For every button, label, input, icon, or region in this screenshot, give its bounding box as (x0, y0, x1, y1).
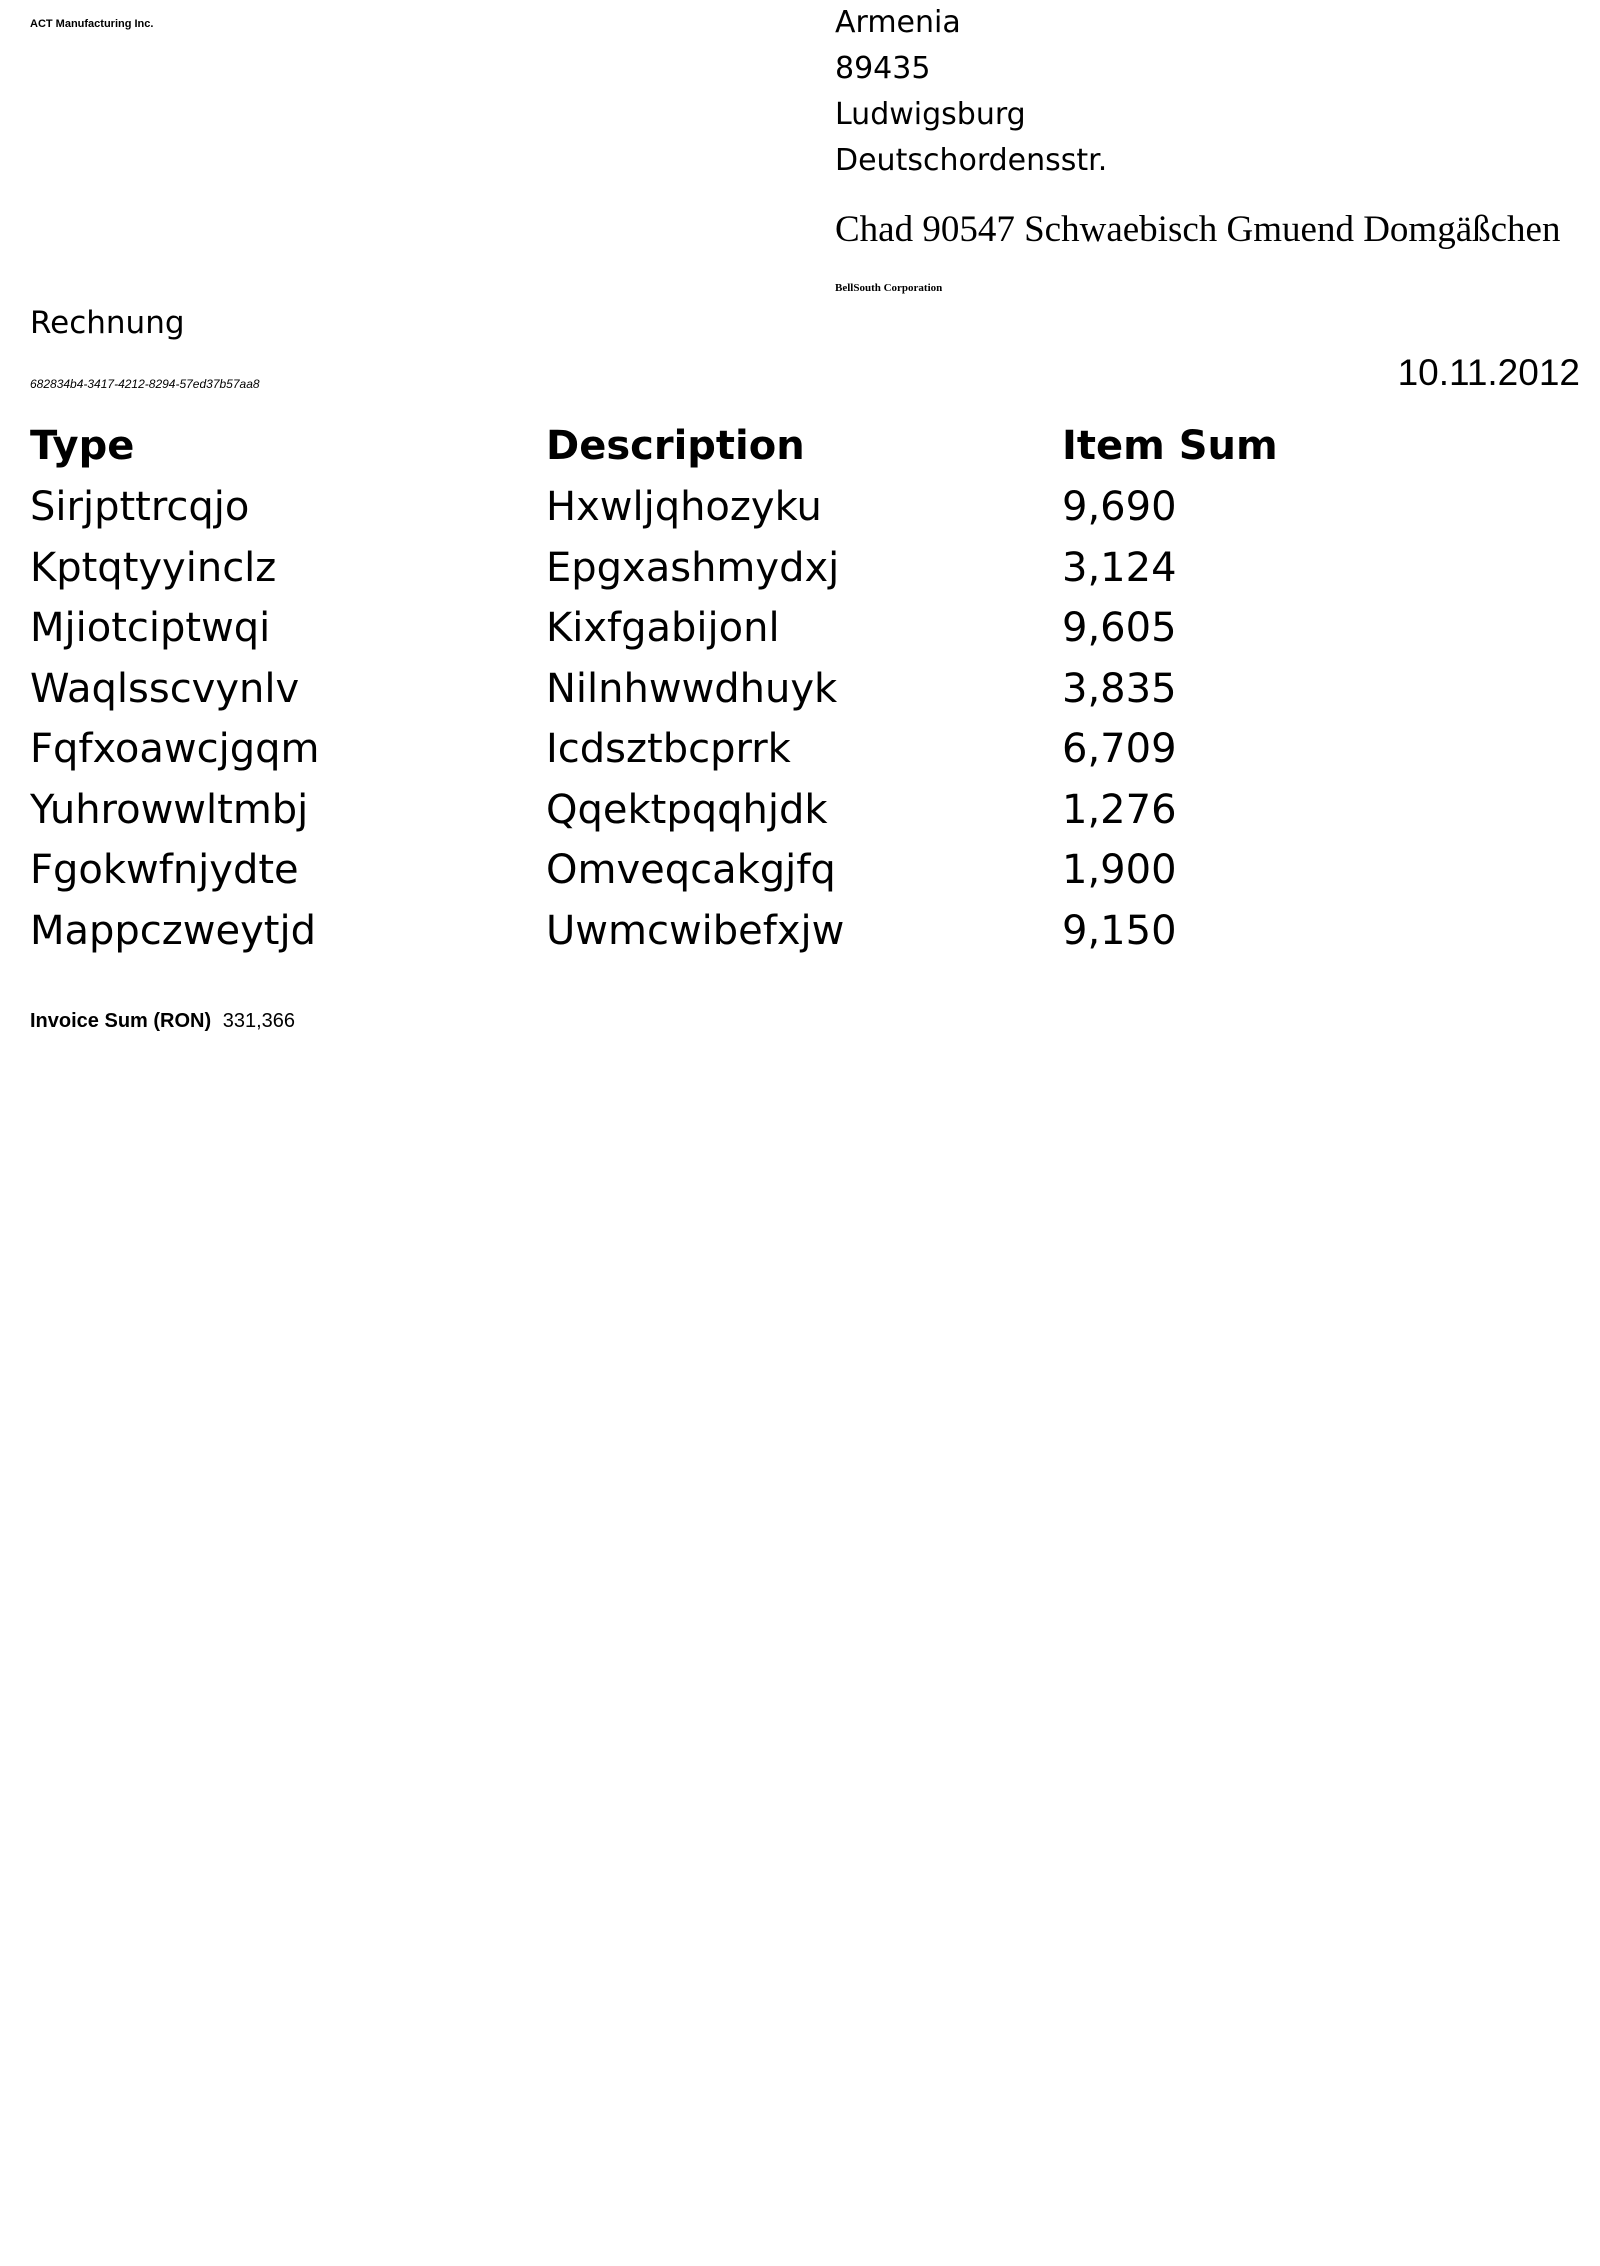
sender-company-name: ACT Manufacturing Inc. (30, 18, 154, 30)
line-items-table: Type Description Item Sum Sirjpttrcqjo H… (30, 415, 1320, 961)
invoice-sum: Invoice Sum (RON) 331,366 (30, 1010, 295, 1033)
recipient-address-line: Chad 90547 Schwaebisch Gmuend Domgäßchen (835, 209, 1561, 250)
sender-address-line: Ludwigsburg (835, 97, 1026, 132)
cell-description: Nilnhwwdhuyk (546, 665, 838, 712)
invoice-date: 10.11.2012 (1397, 352, 1580, 393)
cell-item-sum: 1,900 (1062, 847, 1177, 894)
cell-item-sum: 3,124 (1062, 544, 1177, 591)
cell-description: Kixfgabijonl (546, 605, 780, 652)
sender-address-line: Deutschordensstr. (835, 143, 1108, 178)
cell-item-sum: 3,835 (1062, 665, 1177, 712)
cell-type: Fqfxoawcjgqm (30, 726, 320, 773)
invoice-sum-label: Invoice Sum (RON) (30, 1010, 212, 1032)
cell-description: Icdsztbcprrk (546, 726, 791, 773)
sender-address-block: Armenia 89435 Ludwigsburg Deutschordenss… (835, 0, 1107, 184)
cell-item-sum: 1,276 (1062, 786, 1177, 833)
cell-description: Qqektpqqhjdk (546, 786, 828, 833)
table-header-row: Type Description Item Sum (30, 415, 1320, 477)
cell-type: Mappczweytjd (30, 907, 316, 954)
column-header-type: Type (30, 423, 135, 469)
table-row: Mappczweytjd Uwmcwibefxjw 9,150 (30, 901, 1320, 962)
cell-description: Uwmcwibefxjw (546, 907, 845, 954)
cell-type: Yuhrowwltmbj (30, 786, 309, 833)
cell-type: Kptqtyyinclz (30, 544, 277, 591)
sender-address-line: Armenia (835, 5, 961, 40)
cell-description: Epgxashmydxj (546, 544, 840, 591)
invoice-sum-value: 331,366 (222, 1010, 295, 1032)
table-row: Waqlsscvynlv Nilnhwwdhuyk 3,835 (30, 659, 1320, 720)
cell-type: Fgokwfnjydte (30, 847, 299, 894)
table-row: Sirjpttrcqjo Hxwljqhozyku 9,690 (30, 477, 1320, 538)
column-header-description: Description (546, 423, 805, 469)
table-row: Fqfxoawcjgqm Icdsztbcprrk 6,709 (30, 719, 1320, 780)
cell-item-sum: 9,605 (1062, 605, 1177, 652)
cell-type: Mjiotciptwqi (30, 605, 271, 652)
cell-item-sum: 9,690 (1062, 484, 1177, 531)
cell-type: Waqlsscvynlv (30, 665, 300, 712)
table-row: Kptqtyyinclz Epgxashmydxj 3,124 (30, 538, 1320, 599)
cell-item-sum: 9,150 (1062, 907, 1177, 954)
cell-type: Sirjpttrcqjo (30, 484, 250, 531)
cell-description: Hxwljqhozyku (546, 484, 822, 531)
document-title: Rechnung (30, 305, 185, 341)
table-row: Fgokwfnjydte Omveqcakgjfq 1,900 (30, 840, 1320, 901)
table-row: Mjiotciptwqi Kixfgabijonl 9,605 (30, 598, 1320, 659)
recipient-company-name: BellSouth Corporation (835, 282, 943, 294)
invoice-id: 682834b4-3417-4212-8294-57ed37b57aa8 (30, 377, 260, 391)
column-header-item-sum: Item Sum (1062, 423, 1278, 469)
table-row: Yuhrowwltmbj Qqektpqqhjdk 1,276 (30, 780, 1320, 841)
cell-description: Omveqcakgjfq (546, 847, 836, 894)
sender-address-line: 89435 (835, 51, 931, 86)
cell-item-sum: 6,709 (1062, 726, 1177, 773)
